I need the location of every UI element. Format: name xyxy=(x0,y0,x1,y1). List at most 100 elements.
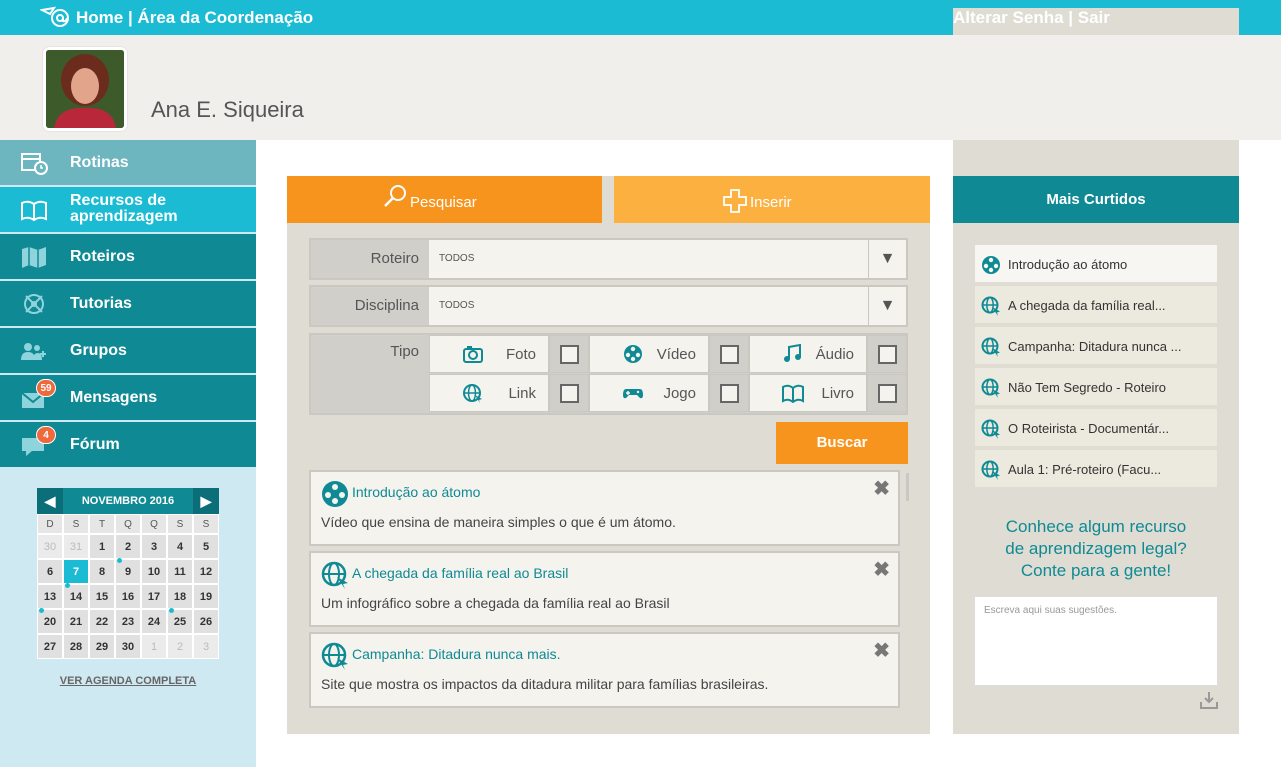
sidebar-item-rotinas[interactable]: Rotinas xyxy=(0,140,256,186)
close-icon[interactable]: ✖ xyxy=(873,557,890,582)
calendar-day-number: 18 xyxy=(173,591,187,603)
roteiro-select[interactable]: Roteiro TODOS ▼ xyxy=(309,238,908,280)
calendar-day[interactable]: 28 xyxy=(63,634,89,659)
sidebar-item-grupos[interactable]: Grupos xyxy=(0,328,256,374)
calendar-day[interactable]: 23 xyxy=(115,609,141,634)
calendar-day[interactable]: 16 xyxy=(115,584,141,609)
globe-cursor-icon xyxy=(981,296,1000,316)
chevron-down-icon[interactable]: ▼ xyxy=(868,240,906,278)
result-card[interactable]: A chegada da família real ao Brasil Um i… xyxy=(309,551,900,627)
calendar-day[interactable]: 21 xyxy=(63,609,89,634)
sidebar-item-mensagens[interactable]: 59 Mensagens xyxy=(0,375,256,421)
calendar-day[interactable]: 11 xyxy=(167,559,193,584)
most-liked-item[interactable]: Introdução ao átomo xyxy=(975,245,1217,284)
foto-checkbox[interactable] xyxy=(549,335,589,373)
download-tray-icon[interactable] xyxy=(1199,690,1219,710)
sidebar-item-label: Rotinas xyxy=(70,154,129,171)
video-checkbox[interactable] xyxy=(709,335,749,373)
calendar-day[interactable]: 1 xyxy=(141,634,167,659)
calendar-day[interactable]: 7 xyxy=(63,559,89,584)
calendar-day[interactable]: 30 xyxy=(115,634,141,659)
sidebar-item-recursos[interactable]: Recursos de aprendizagem xyxy=(0,187,256,233)
calendar-day[interactable]: 2 xyxy=(115,534,141,559)
calendar-day[interactable]: 9 xyxy=(115,558,141,584)
plus-icon xyxy=(723,189,747,213)
calendar-day[interactable]: 20 xyxy=(37,608,63,634)
sidebar-item-forum[interactable]: 4 Fórum xyxy=(0,422,256,468)
most-liked-label: O Roteirista - Documentár... xyxy=(1008,421,1170,436)
chevron-down-icon[interactable]: ▼ xyxy=(868,287,906,325)
sidebar-item-tutorias[interactable]: Tutorias xyxy=(0,281,256,327)
calendar-day-number: 21 xyxy=(69,616,83,628)
calendar-day[interactable]: 5 xyxy=(193,534,219,559)
disciplina-value: TODOS xyxy=(439,300,475,311)
most-liked-item[interactable]: Aula 1: Pré-roteiro (Facu... xyxy=(975,450,1217,489)
calendar-day[interactable]: 15 xyxy=(89,584,115,609)
calendar-day[interactable]: 1 xyxy=(89,534,115,559)
most-liked-item[interactable]: Campanha: Ditadura nunca ... xyxy=(975,327,1217,366)
audio-checkbox[interactable] xyxy=(867,335,907,373)
link-checkbox[interactable] xyxy=(549,374,589,412)
calendar-day[interactable]: 4 xyxy=(167,534,193,559)
calendar-day[interactable]: 29 xyxy=(89,634,115,659)
tipo-video: Vídeo xyxy=(589,335,709,373)
calendar-day-number: 11 xyxy=(174,566,186,578)
calendar-day[interactable]: 12 xyxy=(193,559,219,584)
calendar-day-number: 13 xyxy=(43,591,57,603)
next-month-button[interactable]: ▶ xyxy=(193,488,219,514)
calendar-day[interactable]: 27 xyxy=(37,634,63,659)
sidebar-item-roteiros[interactable]: Roteiros xyxy=(0,234,256,280)
calendar-day[interactable]: 14 xyxy=(63,583,89,609)
suggestion-textarea[interactable]: Escreva aqui suas sugestões. xyxy=(974,596,1218,686)
tab-inserir[interactable]: Inserir xyxy=(614,176,930,223)
calendar-day[interactable]: 26 xyxy=(193,609,219,634)
livro-checkbox[interactable] xyxy=(867,374,907,412)
most-liked-item[interactable]: A chegada da família real... xyxy=(975,286,1217,325)
result-card[interactable]: Campanha: Ditadura nunca mais. Site que … xyxy=(309,632,900,708)
home-title-link[interactable]: Home | Área da Coordenação xyxy=(76,8,313,28)
full-agenda-link[interactable]: VER AGENDA COMPLETA xyxy=(37,675,219,687)
calendar-day[interactable]: 6 xyxy=(37,559,63,584)
results-scrollbar[interactable] xyxy=(906,473,909,501)
tipo-text: Áudio xyxy=(815,346,854,363)
result-description: Um infográfico sobre a chegada da famíli… xyxy=(321,595,670,611)
result-card[interactable]: Introdução ao átomo Vídeo que ensina de … xyxy=(309,470,900,546)
sidebar-item-label: Grupos xyxy=(70,342,127,359)
event-dot xyxy=(169,608,174,613)
tipo-label: Tipo xyxy=(390,343,419,360)
calendar-day[interactable]: 24 xyxy=(141,609,167,634)
result-title[interactable]: Campanha: Ditadura nunca mais. xyxy=(352,646,561,662)
calendar-day-number: 16 xyxy=(121,591,135,603)
close-icon[interactable]: ✖ xyxy=(873,476,890,501)
calendar-day[interactable]: 18 xyxy=(167,584,193,609)
calendar-day[interactable]: 13 xyxy=(37,584,63,609)
most-liked-item[interactable]: O Roteirista - Documentár... xyxy=(975,409,1217,448)
calendar-day[interactable]: 25 xyxy=(167,608,193,634)
calendar-day[interactable]: 19 xyxy=(193,584,219,609)
calendar-day[interactable]: 2 xyxy=(167,634,193,659)
calendar-day-number: 7 xyxy=(72,566,80,578)
most-liked-item[interactable]: Não Tem Segredo - Roteiro xyxy=(975,368,1217,407)
calendar-day[interactable]: 3 xyxy=(193,634,219,659)
profile-header: Ana E. Siqueira xyxy=(0,35,1281,140)
calendar-day-number: 27 xyxy=(43,641,57,653)
result-title[interactable]: A chegada da família real ao Brasil xyxy=(352,565,568,581)
film-reel-icon xyxy=(624,345,642,363)
weekday-label: T xyxy=(89,514,115,534)
calendar-day[interactable]: 3 xyxy=(141,534,167,559)
calendar-day[interactable]: 17 xyxy=(141,584,167,609)
at-mail-icon[interactable] xyxy=(40,6,70,28)
disciplina-select[interactable]: Disciplina TODOS ▼ xyxy=(309,285,908,327)
calendar-day[interactable]: 30 xyxy=(37,534,63,559)
prev-month-button[interactable]: ◀ xyxy=(37,488,63,514)
event-dot xyxy=(117,558,122,563)
tab-pesquisar[interactable]: Pesquisar xyxy=(287,176,602,223)
close-icon[interactable]: ✖ xyxy=(873,638,890,663)
calendar-day[interactable]: 8 xyxy=(89,559,115,584)
calendar-day[interactable]: 22 xyxy=(89,609,115,634)
result-title[interactable]: Introdução ao átomo xyxy=(352,484,480,500)
calendar-day[interactable]: 31 xyxy=(63,534,89,559)
calendar-day[interactable]: 10 xyxy=(141,559,167,584)
buscar-button[interactable]: Buscar xyxy=(776,422,908,464)
jogo-checkbox[interactable] xyxy=(709,374,749,412)
